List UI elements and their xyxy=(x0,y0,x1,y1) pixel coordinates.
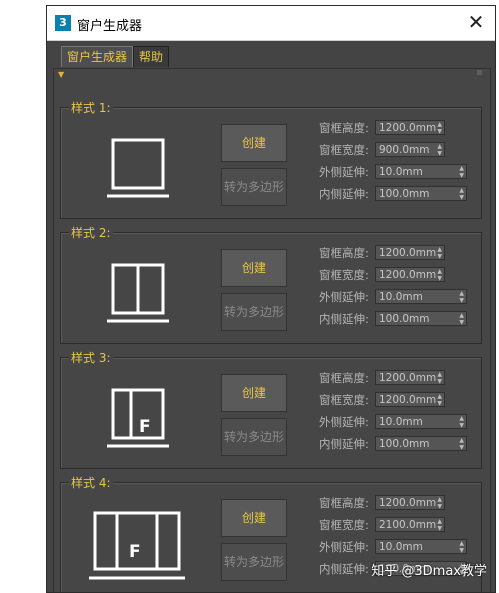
collapse-triangle-icon[interactable]: ▼ xyxy=(58,70,64,79)
app-3dsmax-icon: 3 xyxy=(55,15,71,31)
spinner-arrows-icon: ▲ ▼ xyxy=(459,540,464,554)
frame-height-param: 窗框高度: 1200.0mm ▲ ▼ xyxy=(319,120,479,136)
style-group-1: 样式 1: 创建 转为多边形 窗框高度: 1200.0mm ▲ ▼ 窗框宽度: 90… xyxy=(60,99,482,219)
spinner-arrows-icon: ▲ ▼ xyxy=(437,393,442,407)
title-bar: 3 窗户生成器 ✕ xyxy=(47,6,495,41)
spinner-arrows-icon: ▲ ▼ xyxy=(437,268,442,282)
frame-height-spinner[interactable]: 1200.0mm ▲ ▼ xyxy=(375,120,445,135)
style-group-label: 样式 4: xyxy=(69,474,113,491)
style-group-3: 样式 3: F 创建 转为多边形 窗框高度: 1200.0mm ▲ ▼ 窗框宽度: … xyxy=(60,349,482,469)
frame-width-spinner[interactable]: 1200.0mm ▲ ▼ xyxy=(375,267,445,282)
window-title: 窗户生成器 xyxy=(77,19,143,34)
outer-extend-param: 外侧延伸: 10.0mm ▲ ▼ xyxy=(319,539,479,555)
create-button[interactable]: 创建 xyxy=(221,374,287,412)
window-style-4-icon: F xyxy=(87,499,187,585)
spinner-arrows-icon: ▲ ▼ xyxy=(459,415,464,429)
spinner-arrows-icon: ▲ ▼ xyxy=(459,312,464,326)
close-icon[interactable]: ✕ xyxy=(465,11,487,33)
spinner-arrows-icon: ▲ ▼ xyxy=(437,143,442,157)
create-button[interactable]: 创建 xyxy=(221,249,287,287)
frame-width-spinner[interactable]: 1200.0mm ▲ ▼ xyxy=(375,392,445,407)
frame-width-param: 窗框宽度: 1200.0mm ▲ ▼ xyxy=(319,392,479,408)
style-group-label: 样式 1: xyxy=(69,99,113,116)
outer-extend-param: 外侧延伸: 10.0mm ▲ ▼ xyxy=(319,414,479,430)
fixed-pane-letter: F xyxy=(129,542,141,562)
outer-extend-spinner[interactable]: 10.0mm ▲ ▼ xyxy=(375,414,467,429)
outer-extend-spinner[interactable]: 10.0mm ▲ ▼ xyxy=(375,539,467,554)
inner-extend-param: 内侧延伸: 100.0mm ▲ ▼ xyxy=(319,186,479,202)
frame-height-spinner[interactable]: 1200.0mm ▲ ▼ xyxy=(375,495,445,510)
style-group-label: 样式 2: xyxy=(69,224,113,241)
frame-height-spinner[interactable]: 1200.0mm ▲ ▼ xyxy=(375,370,445,385)
fixed-pane-letter: F xyxy=(139,417,151,437)
frame-width-param: 窗框宽度: 1200.0mm ▲ ▼ xyxy=(319,267,479,283)
style-group-label: 样式 3: xyxy=(69,349,113,366)
tab-bar: 窗户生成器 帮助 xyxy=(61,46,170,67)
frame-width-param: 窗框宽度: 2100.0mm ▲ ▼ xyxy=(319,517,479,533)
convert-to-poly-button[interactable]: 转为多边形 xyxy=(221,418,287,456)
convert-to-poly-button[interactable]: 转为多边形 xyxy=(221,543,287,581)
spinner-arrows-icon: ▲ ▼ xyxy=(459,165,464,179)
watermark-text: 知乎 @3Dmax教学 xyxy=(371,564,487,579)
convert-to-poly-button[interactable]: 转为多边形 xyxy=(221,293,287,331)
outer-extend-spinner[interactable]: 10.0mm ▲ ▼ xyxy=(375,164,467,179)
create-button[interactable]: 创建 xyxy=(221,124,287,162)
outer-extend-param: 外侧延伸: 10.0mm ▲ ▼ xyxy=(319,289,479,305)
outer-extend-param: 外侧延伸: 10.0mm ▲ ▼ xyxy=(319,164,479,180)
convert-to-poly-button[interactable]: 转为多边形 xyxy=(221,168,287,206)
spinner-arrows-icon: ▲ ▼ xyxy=(459,437,464,451)
tab-window-generator[interactable]: 窗户生成器 xyxy=(61,46,134,67)
tab-help[interactable]: 帮助 xyxy=(133,46,170,67)
inner-extend-param: 内侧延伸: 100.0mm ▲ ▼ xyxy=(319,311,479,327)
spinner-arrows-icon: ▲ ▼ xyxy=(437,518,442,532)
frame-width-spinner[interactable]: 900.0mm ▲ ▼ xyxy=(375,142,445,157)
spinner-arrows-icon: ▲ ▼ xyxy=(459,187,464,201)
spinner-arrows-icon: ▲ ▼ xyxy=(437,371,442,385)
rollout-panel: ▼ 样式 1: 创建 转为多边形 窗框高度: 1200.0mm ▲ ▼ 窗框宽度: … xyxy=(53,68,491,592)
window-generator-dialog: 3 窗户生成器 ✕ 窗户生成器 帮助 ▼ 样式 1: 创建 转为多边形 窗框高度… xyxy=(46,5,496,593)
spinner-arrows-icon: ▲ ▼ xyxy=(437,246,442,260)
inner-extend-spinner[interactable]: 100.0mm ▲ ▼ xyxy=(375,311,467,326)
rollout-grip-icon xyxy=(477,70,482,75)
style-group-2: 样式 2: 创建 转为多边形 窗框高度: 1200.0mm ▲ ▼ 窗框宽度: 12… xyxy=(60,224,482,344)
inner-extend-param: 内侧延伸: 100.0mm ▲ ▼ xyxy=(319,436,479,452)
window-style-1-icon xyxy=(93,126,183,204)
inner-extend-spinner[interactable]: 100.0mm ▲ ▼ xyxy=(375,436,467,451)
frame-height-param: 窗框高度: 1200.0mm ▲ ▼ xyxy=(319,370,479,386)
frame-height-param: 窗框高度: 1200.0mm ▲ ▼ xyxy=(319,245,479,261)
create-button[interactable]: 创建 xyxy=(221,499,287,537)
window-style-2-icon xyxy=(93,251,183,329)
outer-extend-spinner[interactable]: 10.0mm ▲ ▼ xyxy=(375,289,467,304)
spinner-arrows-icon: ▲ ▼ xyxy=(437,496,442,510)
frame-height-param: 窗框高度: 1200.0mm ▲ ▼ xyxy=(319,495,479,511)
inner-extend-spinner[interactable]: 100.0mm ▲ ▼ xyxy=(375,186,467,201)
rollout-header[interactable]: ▼ xyxy=(54,69,490,79)
frame-width-param: 窗框宽度: 900.0mm ▲ ▼ xyxy=(319,142,479,158)
window-style-3-icon: F xyxy=(93,376,183,454)
frame-width-spinner[interactable]: 2100.0mm ▲ ▼ xyxy=(375,517,445,532)
spinner-arrows-icon: ▲ ▼ xyxy=(459,290,464,304)
spinner-arrows-icon: ▲ ▼ xyxy=(437,121,442,135)
frame-height-spinner[interactable]: 1200.0mm ▲ ▼ xyxy=(375,245,445,260)
